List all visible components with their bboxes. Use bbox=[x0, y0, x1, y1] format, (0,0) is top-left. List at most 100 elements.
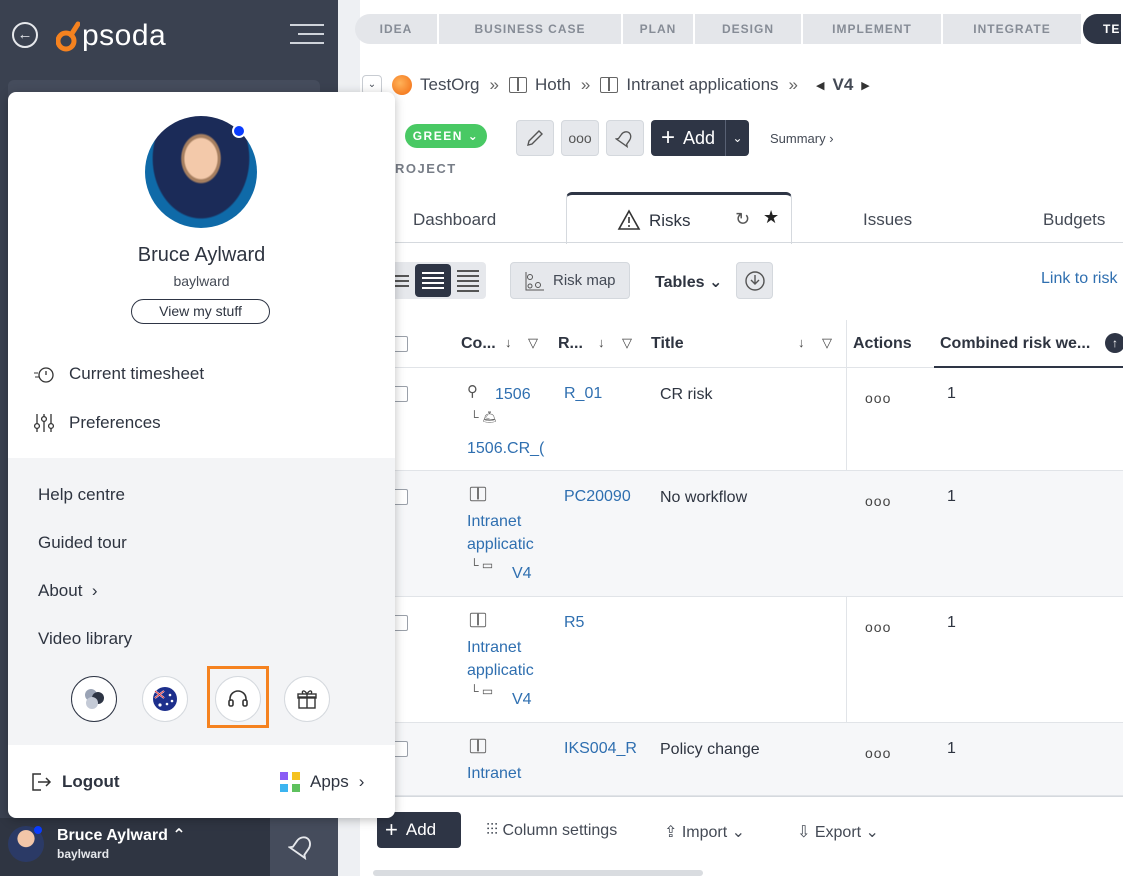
logout-button[interactable]: Logout bbox=[30, 772, 120, 792]
column-settings-button[interactable]: ⫶⫶⫶ Column settings bbox=[486, 822, 617, 840]
breadcrumb-separator: » bbox=[489, 75, 499, 94]
column-title[interactable]: Title bbox=[651, 335, 684, 353]
filter-icon[interactable]: ▽ bbox=[528, 335, 538, 351]
stage-business-case[interactable]: BUSINESS CASE bbox=[439, 14, 623, 44]
export-button[interactable]: ⇩ Export ⌄ bbox=[797, 822, 879, 842]
row-title[interactable]: No workflow bbox=[660, 489, 747, 507]
status-badge[interactable]: GREEN ⌄ bbox=[405, 124, 487, 148]
filter-icon[interactable]: ▽ bbox=[822, 335, 832, 351]
apps-button[interactable]: Apps › bbox=[280, 772, 364, 792]
row-code[interactable]: Intranet bbox=[467, 639, 521, 657]
next-version-icon[interactable]: ▶ bbox=[861, 79, 869, 92]
column-combined-risk[interactable]: Combined risk we... bbox=[940, 335, 1090, 353]
breadcrumb-version[interactable]: V4 bbox=[832, 75, 853, 95]
download-button[interactable] bbox=[736, 262, 773, 299]
row-code[interactable]: Intranet bbox=[467, 765, 521, 783]
column-actions: Actions bbox=[853, 335, 912, 352]
stage-implement[interactable]: IMPLEMENT bbox=[803, 14, 943, 44]
pencil-icon bbox=[527, 130, 543, 146]
child-indent-icon: └ ▭ bbox=[470, 558, 494, 572]
row-ref[interactable]: R_01 bbox=[564, 385, 602, 403]
row-ref[interactable]: IKS004_R bbox=[564, 740, 637, 758]
tab-issues[interactable]: Issues bbox=[863, 210, 912, 230]
theme-button[interactable] bbox=[71, 676, 117, 722]
language-button[interactable] bbox=[142, 676, 188, 722]
bell-icon[interactable] bbox=[288, 832, 316, 860]
row-actions-button[interactable]: ooo bbox=[865, 390, 891, 406]
risk-map-label: Risk map bbox=[553, 272, 616, 289]
book-icon bbox=[469, 486, 487, 502]
filter-icon[interactable]: ▽ bbox=[622, 335, 632, 351]
sidebar-user-footer[interactable]: Bruce Aylward ⌃ baylward bbox=[0, 818, 338, 876]
tab-budgets[interactable]: Budgets bbox=[1043, 210, 1105, 230]
star-icon[interactable]: ★ bbox=[763, 207, 779, 228]
row-actions-button[interactable]: ooo bbox=[865, 493, 891, 509]
dense-view-icon[interactable] bbox=[451, 264, 486, 297]
tab-dashboard[interactable]: Dashboard bbox=[413, 210, 496, 230]
stage-plan[interactable]: PLAN bbox=[623, 14, 695, 44]
apps-grid-icon bbox=[280, 772, 300, 792]
import-button[interactable]: ⇪ Import ⌄ bbox=[664, 822, 745, 842]
edit-button[interactable] bbox=[516, 120, 554, 156]
stage-test[interactable]: TES bbox=[1083, 14, 1123, 44]
stage-design[interactable]: DESIGN bbox=[695, 14, 803, 44]
theme-icon bbox=[85, 689, 104, 709]
org-icon bbox=[392, 75, 412, 95]
psoda-logo[interactable]: psoda bbox=[56, 14, 166, 58]
column-ref[interactable]: R... bbox=[558, 335, 583, 353]
row-code-cont[interactable]: applicatic bbox=[467, 536, 534, 554]
breadcrumb-program[interactable]: Intranet applications bbox=[626, 75, 778, 95]
row-ref[interactable]: R5 bbox=[564, 614, 584, 632]
link-to-risk-link[interactable]: Link to risk bbox=[1041, 270, 1117, 288]
sidebar-user-name[interactable]: Bruce Aylward ⌃ bbox=[57, 825, 186, 845]
view-my-stuff-button[interactable]: View my stuff bbox=[131, 299, 270, 324]
table-row[interactable] bbox=[360, 723, 1123, 796]
row-title[interactable]: CR risk bbox=[660, 386, 712, 404]
sort-arrow-icon[interactable]: ↓ bbox=[798, 335, 805, 350]
sort-arrow-icon[interactable]: ↓ bbox=[505, 335, 512, 350]
stage-idea[interactable]: IDEA bbox=[355, 14, 439, 44]
back-arrow-icon[interactable]: ← bbox=[12, 22, 38, 48]
chevron-down-icon[interactable]: ⌄ bbox=[725, 120, 749, 156]
refresh-icon[interactable]: ↻ bbox=[735, 209, 750, 230]
row-sub-code[interactable]: V4 bbox=[512, 565, 532, 583]
row-sub-code[interactable]: V4 bbox=[512, 691, 532, 709]
more-options-button[interactable]: ooo bbox=[561, 120, 599, 156]
row-code[interactable]: Intranet bbox=[467, 513, 521, 531]
row-actions-button[interactable]: ooo bbox=[865, 745, 891, 761]
row-code-cont[interactable]: applicatic bbox=[467, 662, 534, 680]
row-actions-button[interactable]: ooo bbox=[865, 619, 891, 635]
normal-view-icon[interactable] bbox=[415, 264, 451, 297]
scatter-icon bbox=[525, 271, 544, 290]
breadcrumb-portfolio[interactable]: Hoth bbox=[535, 75, 571, 95]
row-code[interactable]: 1506 bbox=[495, 386, 531, 404]
notifications-button[interactable] bbox=[606, 120, 644, 156]
previous-version-icon[interactable]: ◀ bbox=[816, 79, 824, 92]
column-code[interactable]: Co... bbox=[461, 335, 496, 353]
sort-up-icon[interactable]: ↑ bbox=[1105, 333, 1123, 353]
whats-new-button[interactable] bbox=[284, 676, 330, 722]
user-name: Bruce Aylward bbox=[137, 244, 266, 266]
add-button[interactable]: + Add ⌄ bbox=[651, 120, 749, 156]
about-link[interactable]: About › bbox=[38, 581, 98, 601]
tab-risks[interactable]: Risks ↻ ★ bbox=[566, 192, 792, 244]
sliders-icon: ⫶⫶⫶ bbox=[486, 822, 499, 839]
row-sub-code[interactable]: 1506.CR_( bbox=[467, 440, 544, 458]
risk-map-button[interactable]: Risk map bbox=[510, 262, 630, 299]
row-title[interactable]: Policy change bbox=[660, 741, 760, 759]
tables-dropdown[interactable]: Tables ⌄ bbox=[655, 272, 722, 292]
row-weight: 1 bbox=[947, 614, 956, 631]
menu-current-timesheet[interactable]: Current timesheet bbox=[33, 364, 204, 384]
sort-arrow-icon[interactable]: ↓ bbox=[598, 335, 605, 350]
summary-link[interactable]: Summary › bbox=[770, 131, 834, 146]
guided-tour-link[interactable]: Guided tour bbox=[38, 533, 127, 553]
menu-preferences[interactable]: Preferences bbox=[33, 412, 161, 434]
online-status-dot bbox=[232, 124, 246, 138]
row-ref[interactable]: PC20090 bbox=[564, 488, 631, 506]
video-library-link[interactable]: Video library bbox=[38, 629, 132, 649]
stage-integrate[interactable]: INTEGRATE bbox=[943, 14, 1083, 44]
help-centre-link[interactable]: Help centre bbox=[38, 485, 125, 505]
breadcrumb-org[interactable]: TestOrg bbox=[420, 75, 480, 95]
collapse-menu-icon[interactable] bbox=[290, 24, 324, 48]
horizontal-scrollbar[interactable] bbox=[373, 870, 703, 876]
